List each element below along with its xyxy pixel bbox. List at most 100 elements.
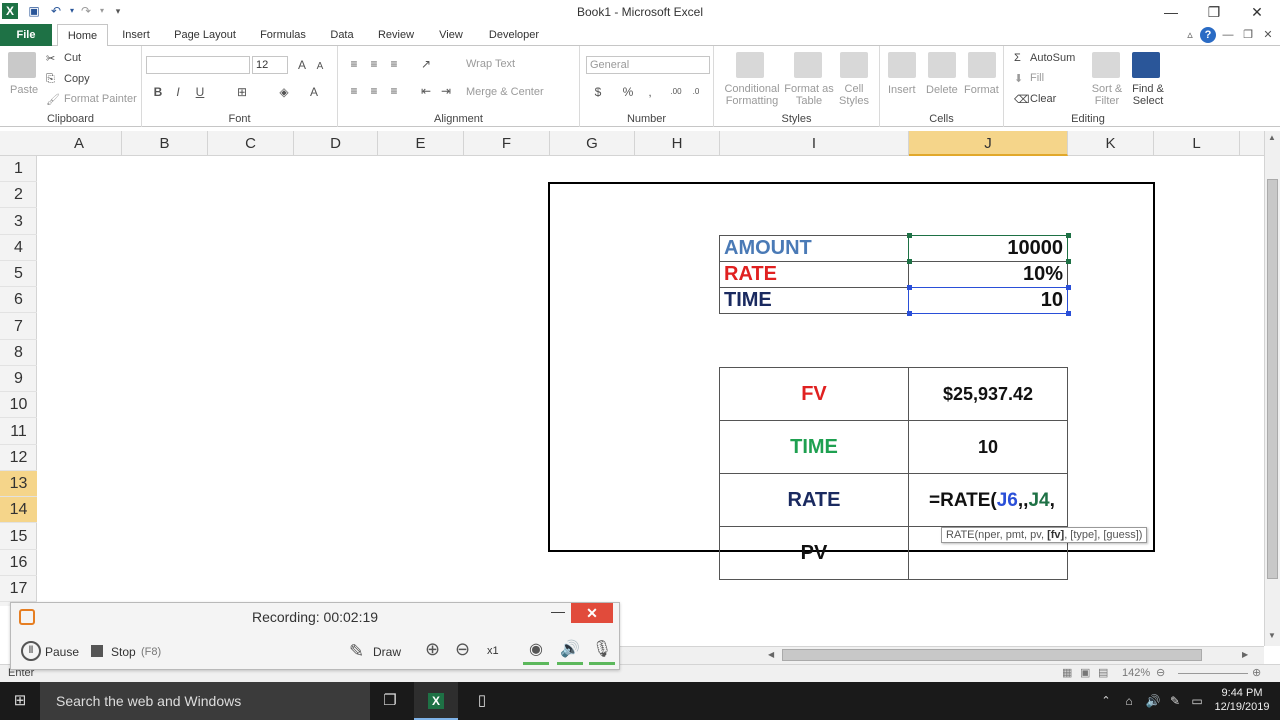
pause-icon[interactable]: ‖ [21,641,41,661]
conditional-formatting-icon[interactable] [736,52,764,78]
format-painter-button[interactable]: Format Painter [64,93,137,105]
stop-button[interactable]: Stop [111,645,136,659]
restore-icon[interactable]: ❐ [1193,0,1235,24]
row-header-15[interactable]: 15 [0,523,37,550]
show-hidden-icons-icon[interactable]: ⌃ [1096,682,1116,720]
row-header-17[interactable]: 17 [0,576,37,602]
row-header-4[interactable]: 4 [0,235,37,261]
help-icon[interactable]: ? [1200,27,1216,43]
tab-file[interactable]: File [0,24,52,46]
input-value-amount[interactable]: 10000 [908,235,1068,262]
taskbar-search-box[interactable]: Search the web and Windows [40,682,370,720]
font-color-icon[interactable]: A [306,84,322,100]
horizontal-scrollbar[interactable]: ◀ ▶ [620,646,1264,664]
row-header-8[interactable]: 8 [0,340,37,366]
cell-styles-button[interactable]: Cell Styles [834,83,874,107]
row-header-5[interactable]: 5 [0,261,37,287]
tab-data[interactable]: Data [322,24,362,46]
stop-icon[interactable] [91,645,103,657]
result-label-rate[interactable]: RATE [719,473,909,527]
tab-view[interactable]: View [430,24,472,46]
tab-insert[interactable]: Insert [113,24,159,46]
format-painter-icon[interactable]: 🖌 [46,93,60,106]
input-value-rate[interactable]: 10% [908,261,1068,288]
input-value-time[interactable]: 10 [908,287,1068,314]
number-format-combo[interactable]: General [586,56,710,74]
orientation-icon[interactable]: ↗ [418,56,434,72]
shrink-font-icon[interactable]: A [312,59,328,75]
align-bottom-icon[interactable]: ≡ [386,56,402,72]
font-size-combo[interactable]: 12 [252,56,288,74]
network-icon[interactable]: ⌂ [1118,682,1140,720]
result-value-fv[interactable]: $25,937.42 [908,367,1068,421]
row-header-13[interactable]: 13 [0,471,37,497]
format-as-table-icon[interactable] [794,52,822,78]
insert-cells-icon[interactable] [888,52,916,78]
recorder-minimize-icon[interactable]: — [551,603,565,619]
fill-color-icon[interactable]: ◈ [276,84,292,100]
currency-icon[interactable]: $ [590,84,606,100]
draw-icon[interactable]: ✎ [349,641,364,662]
row-header-16[interactable]: 16 [0,550,37,576]
copy-icon[interactable]: ⎘ [46,73,55,86]
scroll-up-icon[interactable]: ▲ [1268,133,1276,142]
find-select-button[interactable]: Find & Select [1126,83,1170,107]
format-cells-icon[interactable] [968,52,996,78]
close-icon[interactable]: ✕ [1236,0,1278,24]
row-header-9[interactable]: 9 [0,366,37,392]
vertical-scroll-thumb[interactable] [1267,179,1278,579]
zoom-out-icon[interactable]: ⊖ [455,639,470,660]
italic-icon[interactable]: I [170,84,186,100]
minimize-icon[interactable]: — [1150,0,1192,24]
scroll-left-icon[interactable]: ◀ [768,650,774,659]
column-header-c[interactable]: C [208,131,294,156]
conditional-formatting-button[interactable]: Conditional Formatting [722,83,782,107]
copy-button[interactable]: Copy [64,73,90,85]
underline-icon[interactable]: U [192,84,208,100]
align-center-icon[interactable]: ≡ [366,83,382,99]
row-header-14[interactable]: 14 [0,497,37,523]
bold-icon[interactable]: B [150,84,166,100]
zoom-out-icon[interactable]: ⊖ [1156,666,1165,679]
decrease-decimal-icon[interactable]: .0 [688,84,704,100]
merge-center-button[interactable]: Merge & Center [466,86,544,98]
column-header-l[interactable]: L [1154,131,1240,156]
tab-page-layout[interactable]: Page Layout [167,24,243,46]
result-label-time[interactable]: TIME [719,420,909,474]
result-label-pv[interactable]: PV [719,526,909,580]
worksheet-grid[interactable]: AMOUNT 10000 RATE 10% TIME 10 FV $25,937.42 TIM… [37,156,1264,606]
minimize-ribbon-icon[interactable]: ▵ [1182,27,1198,43]
column-header-k[interactable]: K [1068,131,1154,156]
microphone-icon[interactable]: 🎙 [589,639,615,665]
tab-home[interactable]: Home [57,24,108,47]
row-header-6[interactable]: 6 [0,287,37,313]
autosum-icon[interactable]: Σ [1014,52,1021,64]
column-header-b[interactable]: B [122,131,208,156]
volume-icon[interactable]: 🔊 [1142,682,1164,720]
row-header-7[interactable]: 7 [0,313,37,340]
paste-icon[interactable] [8,52,36,78]
scroll-down-icon[interactable]: ▼ [1268,631,1276,640]
row-header-2[interactable]: 2 [0,182,37,208]
selection-handle[interactable] [1066,233,1071,238]
horizontal-scroll-thumb[interactable] [782,649,1202,661]
vertical-scrollbar[interactable]: ▲ ▼ [1264,131,1280,646]
fill-button[interactable]: Fill [1030,72,1044,84]
format-as-table-button[interactable]: Format as Table [784,83,834,107]
column-header-e[interactable]: E [378,131,464,156]
delete-cells-button[interactable]: Delete [926,84,958,96]
doc-restore-icon[interactable]: ❐ [1240,27,1256,43]
selection-handle[interactable] [907,259,912,264]
zoom-slider[interactable] [1178,673,1248,674]
pause-button[interactable]: Pause [45,645,79,659]
input-label-time[interactable]: TIME [719,287,909,314]
row-header-3[interactable]: 3 [0,208,37,235]
row-header-11[interactable]: 11 [0,418,37,445]
sort-filter-button[interactable]: Sort & Filter [1088,83,1126,107]
font-name-combo[interactable] [146,56,250,74]
column-header-a[interactable]: A [37,131,122,156]
decrease-indent-icon[interactable]: ⇤ [418,83,434,99]
borders-icon[interactable]: ⊞ [234,84,250,100]
taskbar-clock[interactable]: 9:44 PM 12/19/2019 [1210,686,1274,714]
zoom-in-icon[interactable]: ⊕ [1252,666,1261,679]
